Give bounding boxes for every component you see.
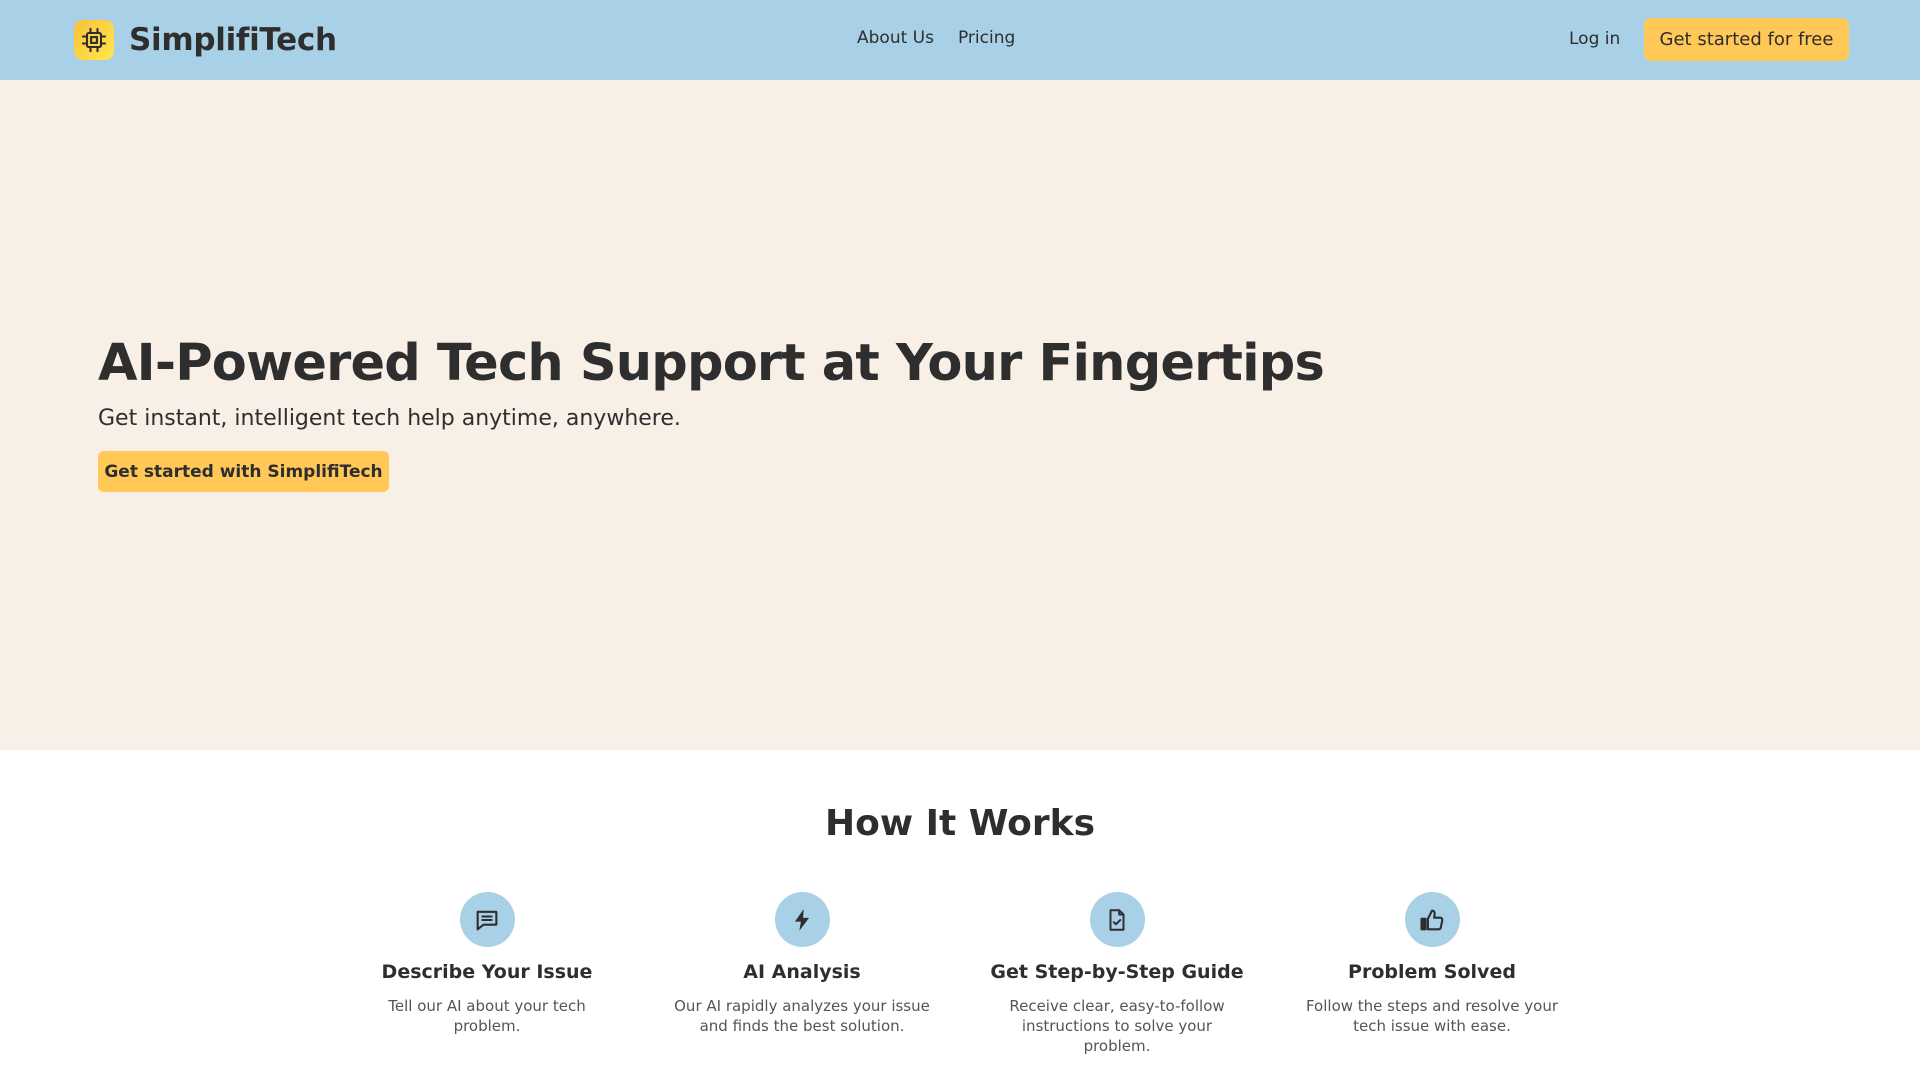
step-title: Get Step-by-Step Guide <box>990 961 1244 983</box>
brand-name: SimplifiTech <box>129 22 337 58</box>
section-title: How It Works <box>824 803 1096 844</box>
step-description: Receive clear, easy-to-follow instructio… <box>1009 997 1225 1055</box>
hero-subtitle: Get instant, intelligent tech help anyti… <box>98 406 681 431</box>
step-title: Problem Solved <box>1348 961 1516 983</box>
nav-link-pricing[interactable]: Pricing <box>958 28 1015 48</box>
get-started-hero-button[interactable]: Get started with SimplifiTech <box>98 451 389 492</box>
step-card-step-by-step-guide: Get Step-by-Step Guide Receive clear, ea… <box>977 892 1257 1056</box>
document-check-icon <box>1089 892 1145 947</box>
hero-title: AI-Powered Tech Support at Your Fingerti… <box>98 334 1325 393</box>
main-nav: About Us Pricing <box>857 28 1015 48</box>
brand-logo-link[interactable]: SimplifiTech <box>74 20 337 60</box>
step-description: Follow the steps and resolve your tech i… <box>1305 997 1559 1035</box>
step-card-problem-solved: Problem Solved Follow the steps and reso… <box>1292 892 1572 1036</box>
step-description: Tell our AI about your tech problem. <box>388 997 586 1035</box>
login-link[interactable]: Log in <box>1569 29 1620 49</box>
step-card-describe-issue: Describe Your Issue Tell our AI about yo… <box>347 892 627 1036</box>
step-title: AI Analysis <box>743 961 861 983</box>
step-title: Describe Your Issue <box>381 961 593 983</box>
get-started-free-button[interactable]: Get started for free <box>1644 18 1849 61</box>
step-card-ai-analysis: AI Analysis Our AI rapidly analyzes your… <box>662 892 942 1036</box>
cpu-chip-icon <box>74 20 114 60</box>
site-header: SimplifiTech About Us Pricing Log in Get… <box>0 0 1920 80</box>
step-description: Our AI rapidly analyzes your issue and f… <box>674 997 930 1035</box>
how-it-works-section: How It Works Describe Your Issue Tell ou… <box>0 750 1920 1080</box>
lightning-bolt-icon <box>774 892 830 947</box>
hero-section: AI-Powered Tech Support at Your Fingerti… <box>0 80 1920 750</box>
nav-link-about-us[interactable]: About Us <box>857 28 934 48</box>
chat-message-icon <box>459 892 515 947</box>
thumbs-up-icon <box>1404 892 1460 947</box>
